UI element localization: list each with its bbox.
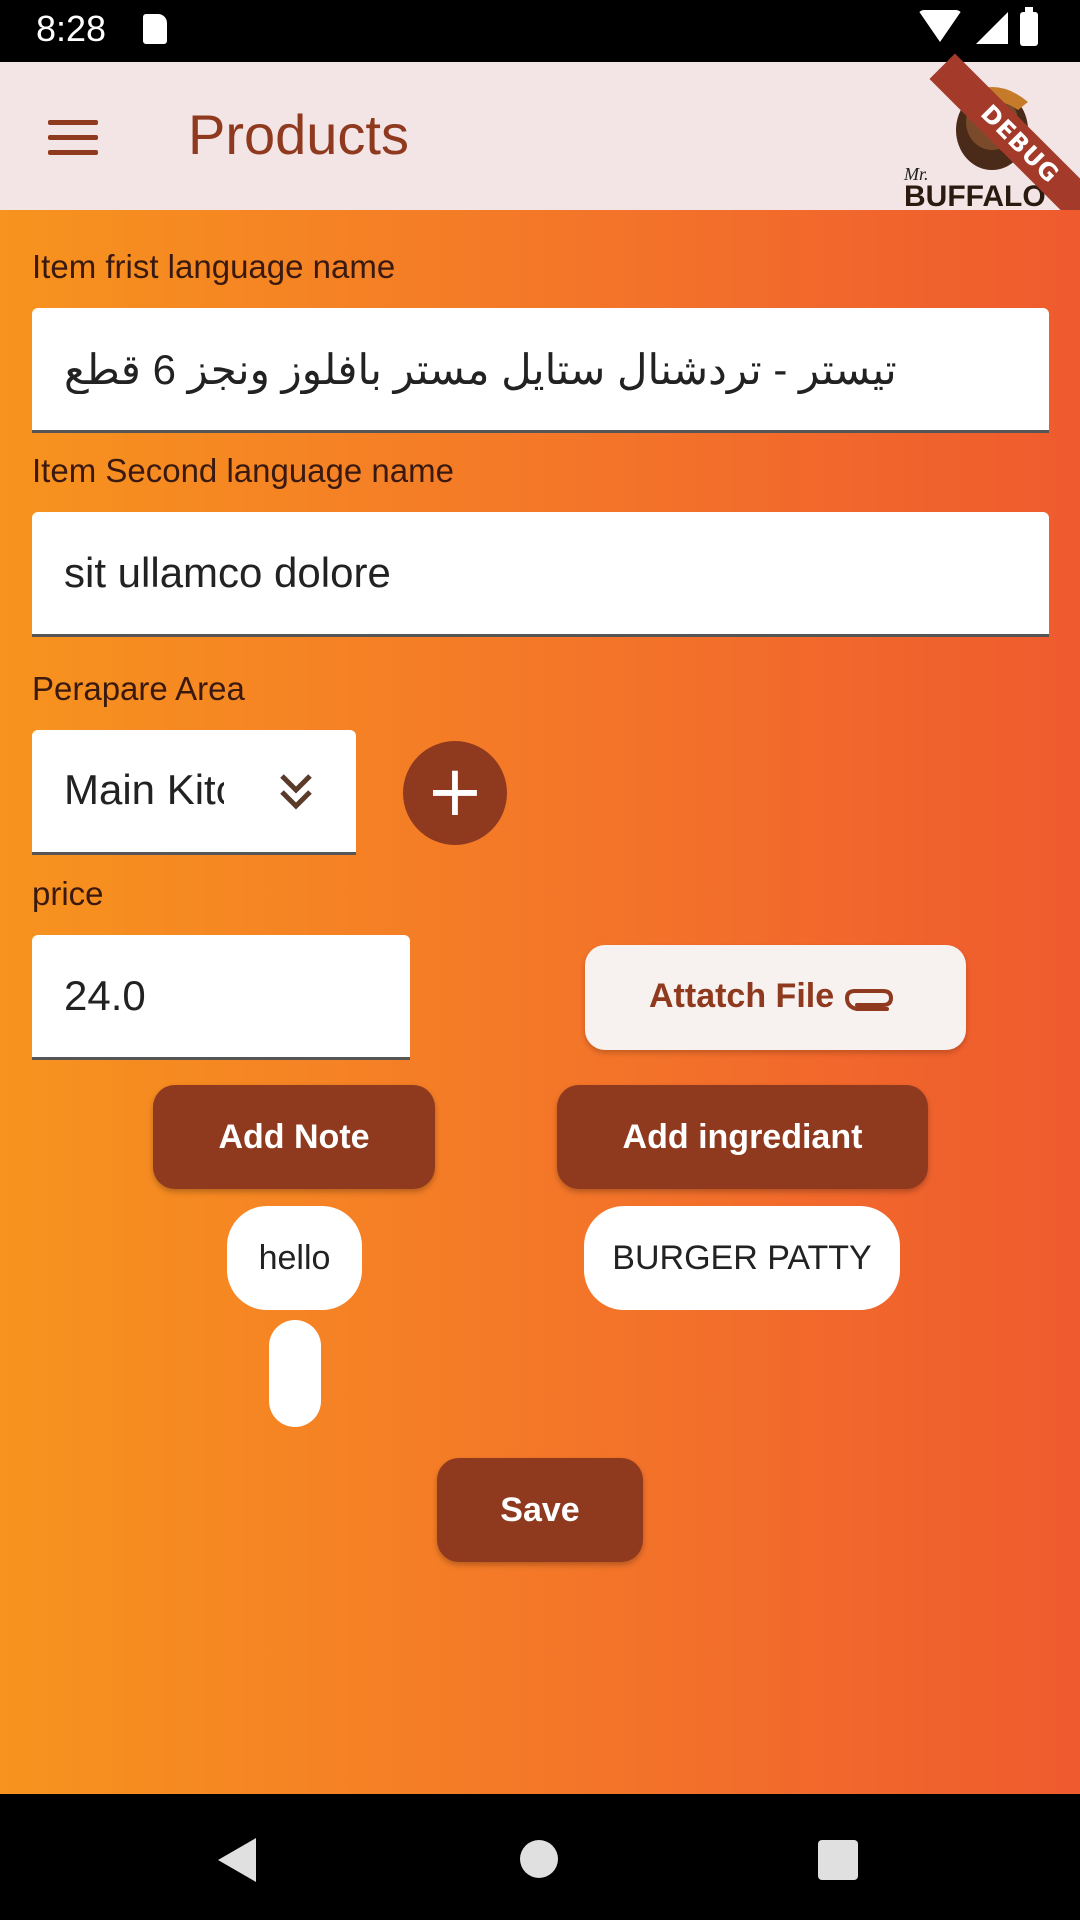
wifi-icon bbox=[918, 10, 962, 42]
save-button[interactable]: Save bbox=[437, 1458, 643, 1562]
ingredient-chip[interactable]: BURGER PATTY bbox=[584, 1206, 900, 1310]
price-field[interactable] bbox=[32, 935, 410, 1060]
add-area-button[interactable]: + bbox=[403, 741, 507, 845]
plus-icon: + bbox=[425, 750, 485, 832]
double-chevron-down-icon bbox=[280, 774, 312, 810]
area-value: Main Kitchen bbox=[64, 766, 224, 813]
signal-icon bbox=[976, 12, 1008, 44]
page-title: Products bbox=[188, 103, 409, 166]
app-bar: Products Mr. BUFFALO'S DEBUG bbox=[0, 53, 1080, 235]
second-name-field[interactable] bbox=[32, 512, 1049, 637]
price-label: price bbox=[32, 875, 104, 912]
first-name-input[interactable] bbox=[32, 308, 1049, 430]
note-chip[interactable]: hello bbox=[227, 1206, 362, 1310]
product-form: Item frist language name Item Second lan… bbox=[0, 210, 1080, 1794]
menu-icon[interactable] bbox=[48, 120, 98, 156]
price-input[interactable] bbox=[32, 935, 410, 1057]
add-ingredient-button[interactable]: Add ingrediant bbox=[557, 1085, 928, 1189]
area-label: Perapare Area bbox=[32, 670, 245, 707]
first-name-label: Item frist language name bbox=[32, 248, 396, 285]
attach-file-label: Attatch File bbox=[649, 977, 835, 1015]
status-time: 8:28 bbox=[36, 8, 107, 49]
home-icon[interactable] bbox=[520, 1840, 558, 1878]
add-note-button[interactable]: Add Note bbox=[153, 1085, 435, 1189]
area-select[interactable]: Main Kitchen bbox=[32, 730, 356, 855]
system-nav-bar bbox=[0, 1794, 1080, 1920]
recent-apps-icon[interactable] bbox=[818, 1840, 858, 1880]
paperclip-icon bbox=[844, 989, 894, 1011]
back-icon[interactable] bbox=[218, 1838, 256, 1882]
second-name-input[interactable] bbox=[32, 512, 1049, 634]
battery-icon bbox=[1020, 7, 1038, 46]
first-name-field[interactable] bbox=[32, 308, 1049, 433]
attach-file-button[interactable]: Attatch File bbox=[585, 945, 966, 1050]
sd-card-icon bbox=[143, 14, 167, 44]
second-name-label: Item Second language name bbox=[32, 452, 454, 489]
status-bar: 8:28 bbox=[0, 0, 1080, 62]
note-chip[interactable] bbox=[269, 1320, 321, 1427]
